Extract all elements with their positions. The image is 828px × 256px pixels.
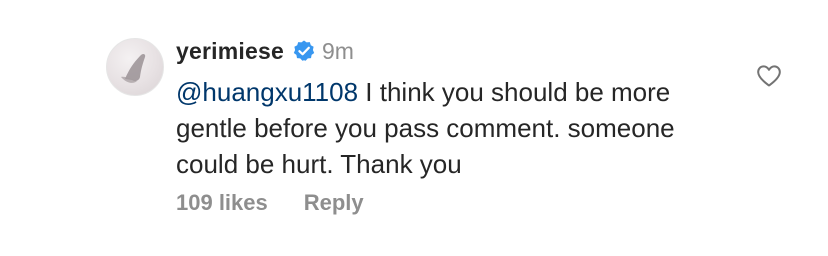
username[interactable]: yerimiese: [176, 38, 284, 65]
verified-badge-icon: [292, 39, 316, 63]
comment-body: yerimiese 9m @huangxu1108 I think you sh…: [176, 36, 736, 182]
comment-text: @huangxu1108 I think you should be more …: [176, 74, 736, 182]
comment-item: yerimiese 9m @huangxu1108 I think you sh…: [0, 0, 828, 256]
heart-outline-icon[interactable]: [756, 64, 782, 88]
mention-link[interactable]: @huangxu1108: [176, 77, 358, 107]
timestamp[interactable]: 9m: [322, 38, 354, 65]
likes-count[interactable]: 109 likes: [176, 190, 268, 216]
comment-actions: 109 likes Reply: [176, 190, 364, 216]
avatar[interactable]: [106, 38, 164, 96]
comment-header: yerimiese 9m: [176, 36, 736, 66]
avatar-image: [121, 53, 146, 83]
reply-button[interactable]: Reply: [304, 190, 364, 216]
